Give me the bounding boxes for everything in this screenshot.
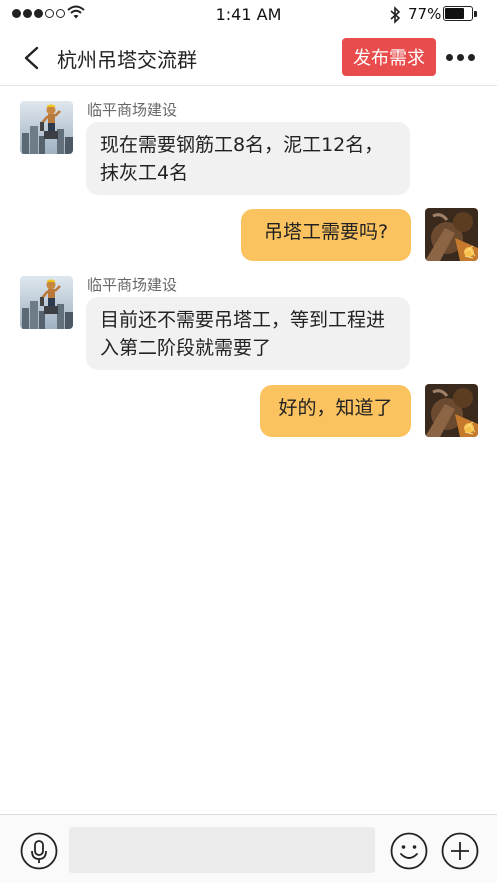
outgoing-message-bubble: 吊塔工需要吗? bbox=[241, 209, 411, 261]
my-avatar[interactable] bbox=[425, 208, 478, 261]
bluetooth-icon bbox=[390, 6, 401, 24]
back-icon[interactable] bbox=[18, 44, 46, 72]
incoming-message-bubble: 目前还不需要吊塔工，等到工程进入第二阶段就需要了 bbox=[86, 297, 410, 370]
page-title: 杭州吊塔交流群 bbox=[57, 48, 197, 72]
microphone-icon[interactable] bbox=[20, 832, 58, 870]
more-icon[interactable] bbox=[446, 54, 475, 61]
battery-icon bbox=[443, 6, 473, 21]
message-input[interactable] bbox=[69, 827, 375, 873]
battery-tip bbox=[474, 11, 477, 17]
chat-header: 杭州吊塔交流群 发布需求 bbox=[0, 30, 497, 86]
status-bar: 1:41 AM 77% bbox=[0, 0, 497, 30]
battery-percent: 77% bbox=[408, 5, 442, 23]
outgoing-message-bubble: 好的，知道了 bbox=[260, 385, 411, 437]
publish-demand-button[interactable]: 发布需求 bbox=[342, 38, 436, 76]
sender-name: 临平商场建设 bbox=[87, 276, 178, 294]
add-icon[interactable] bbox=[441, 832, 479, 870]
sender-avatar[interactable] bbox=[20, 101, 73, 154]
sender-avatar[interactable] bbox=[20, 276, 73, 329]
incoming-message-bubble: 现在需要钢筋工8名，泥工12名，抹灰工4名 bbox=[86, 122, 410, 195]
emoji-icon[interactable] bbox=[390, 832, 428, 870]
sender-name: 临平商场建设 bbox=[87, 101, 178, 119]
input-bar bbox=[0, 814, 497, 883]
my-avatar[interactable] bbox=[425, 384, 478, 437]
